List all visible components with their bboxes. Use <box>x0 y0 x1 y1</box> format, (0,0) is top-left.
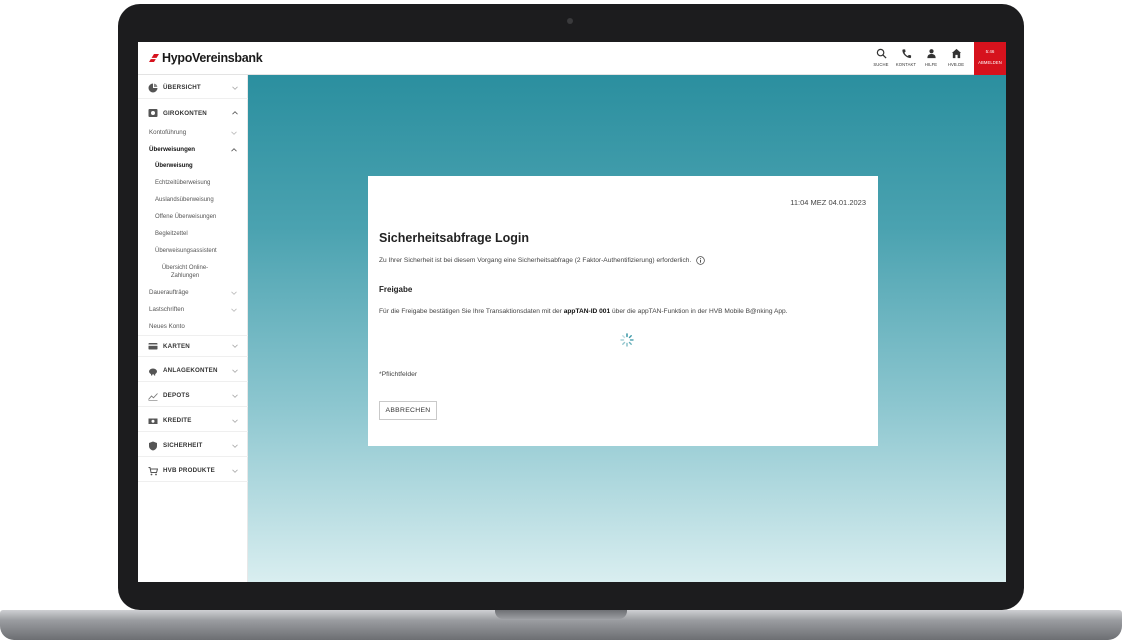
sidebar-item-kredite[interactable]: KREDITE <box>138 410 248 432</box>
sidebar-item-online-zahlungen-line2: Zahlungen <box>170 272 200 279</box>
logout-label: ABMELDEN <box>978 60 1002 65</box>
sidebar-item-auslandsueberweisung[interactable]: Auslandsüberweisung <box>155 197 214 205</box>
person-icon <box>926 49 936 59</box>
nav-contact-label: KONTAKT <box>895 62 917 67</box>
chevron-down-icon <box>232 444 238 448</box>
nav-contact[interactable]: KONTAKT <box>894 46 918 67</box>
shield-icon <box>149 441 157 450</box>
cart-icon <box>148 466 158 475</box>
chevron-down-icon <box>232 394 238 398</box>
sidebar: ÜBERSICHT GIROKONTEN Kontoführung Überwe… <box>138 75 248 582</box>
sidebar-item-depots[interactable]: DEPOTS <box>138 385 248 407</box>
chevron-down-icon <box>232 86 238 90</box>
sidebar-item-sicherheit-label: SICHERHEIT <box>163 442 203 449</box>
sidebar-item-hvb-produkte-label: HVB PRODUKTE <box>163 467 215 474</box>
chevron-down-icon <box>232 419 238 423</box>
sidebar-item-anlagekonten[interactable]: ANLAGEKONTEN <box>138 360 248 382</box>
sidebar-item-neues-konto[interactable]: Neues Konto <box>149 323 185 330</box>
main-content: 11:04 MEZ 04.01.2023 Sicherheitsabfrage … <box>248 75 1006 582</box>
chevron-down-icon <box>231 291 237 295</box>
required-fields-note: *Pflichtfelder <box>379 371 418 378</box>
sidebar-item-ueberweisung[interactable]: Überweisung <box>155 163 193 171</box>
sidebar-item-echtzeitueberweisung[interactable]: Echtzeitüberweisung <box>155 180 210 188</box>
sidebar-item-karten-label: KARTEN <box>163 342 190 350</box>
sidebar-item-anlagekonten-label: ANLAGEKONTEN <box>163 367 218 374</box>
section-title-freigabe: Freigabe <box>379 285 413 294</box>
apptan-id: appTAN-ID 001 <box>563 308 611 315</box>
instruction-pre: Für die Freigabe bestätigen Sie Ihre Tra… <box>379 308 564 315</box>
sidebar-item-ueberweisungen[interactable]: Überweisungen <box>149 146 195 153</box>
screen: HypoVereinsbank SUCHE KONTAKT HILFE HVB.… <box>138 42 1006 582</box>
logout-button[interactable]: 5:46 ABMELDEN <box>974 42 1006 75</box>
chevron-down-icon <box>232 469 238 473</box>
session-timer: 5:46 <box>985 49 995 54</box>
info-icon[interactable] <box>696 256 705 265</box>
top-header: HypoVereinsbank SUCHE KONTAKT HILFE HVB.… <box>138 42 1006 75</box>
chevron-up-icon <box>232 111 238 115</box>
brand-name: HypoVereinsbank <box>162 51 263 65</box>
nav-help[interactable]: HILFE <box>919 46 943 67</box>
sidebar-item-depots-label: DEPOTS <box>163 392 190 399</box>
sidebar-item-sicherheit[interactable]: SICHERHEIT <box>138 435 248 457</box>
chevron-up-icon <box>231 148 237 152</box>
account-icon <box>148 109 158 117</box>
chevron-down-icon <box>232 369 238 373</box>
chevron-down-icon <box>231 131 237 135</box>
trend-chart-icon <box>148 392 158 401</box>
nav-search-label: SUCHE <box>873 62 889 67</box>
nav-search[interactable]: SUCHE <box>869 46 893 67</box>
security-dialog: 11:04 MEZ 04.01.2023 Sicherheitsabfrage … <box>368 176 878 446</box>
sidebar-item-karten[interactable]: KARTEN <box>138 335 248 357</box>
camera-dot <box>567 18 573 24</box>
dialog-intro-text: Zu Ihrer Sicherheit ist bei diesem Vorga… <box>379 257 692 264</box>
pie-chart-icon <box>148 83 158 92</box>
instruction-post: über die appTAN-Funktion in der HVB Mobi… <box>610 308 788 315</box>
sidebar-item-lastschriften[interactable]: Lastschriften <box>149 306 184 313</box>
nav-hvb-de[interactable]: HVB.DE <box>944 46 968 67</box>
sidebar-item-overview[interactable]: ÜBERSICHT <box>138 77 248 99</box>
sidebar-item-girokonten-label: GIROKONTEN <box>163 109 207 117</box>
sidebar-item-offene-ueberweisungen[interactable]: Offene Überweisungen <box>155 214 216 222</box>
sidebar-item-online-zahlungen-line1: Übersicht Online- <box>161 265 209 271</box>
sidebar-item-overview-label: ÜBERSICHT <box>163 84 201 91</box>
sidebar-item-begleitzettel[interactable]: Begleitzettel <box>155 231 188 239</box>
chevron-down-icon <box>231 308 237 312</box>
sidebar-item-hvb-produkte[interactable]: HVB PRODUKTE <box>138 460 248 482</box>
nav-hvb-de-label: HVB.DE <box>947 62 965 67</box>
sidebar-item-ueberweisungsassistent[interactable]: Überweisungsassistent <box>155 248 217 256</box>
loading-spinner-icon <box>620 333 634 347</box>
search-icon <box>876 48 887 59</box>
laptop-notch <box>495 610 627 619</box>
sidebar-item-girokonten[interactable]: GIROKONTEN <box>138 102 248 124</box>
phone-icon <box>901 49 911 59</box>
brand-logo[interactable]: HypoVereinsbank <box>148 51 263 65</box>
banknote-icon <box>148 418 158 424</box>
chevron-down-icon <box>232 344 238 348</box>
hvb-logo-icon <box>149 54 159 62</box>
approval-instruction: Für die Freigabe bestätigen Sie Ihre Tra… <box>379 307 879 316</box>
top-nav: SUCHE KONTAKT HILFE HVB.DE <box>868 46 968 67</box>
sidebar-item-kredite-label: KREDITE <box>163 417 192 424</box>
dialog-intro: Zu Ihrer Sicherheit ist bei diesem Vorga… <box>379 256 705 265</box>
sidebar-item-online-zahlungen[interactable]: Übersicht Online- Zahlungen <box>155 265 215 280</box>
dialog-timestamp: 11:04 MEZ 04.01.2023 <box>790 198 866 207</box>
home-icon <box>951 48 961 59</box>
sidebar-item-dauerauftraege[interactable]: Daueraufträge <box>149 289 189 296</box>
card-icon <box>148 343 158 350</box>
sidebar-item-kontofuehrung[interactable]: Kontoführung <box>149 129 186 136</box>
piggy-bank-icon <box>149 368 157 375</box>
dialog-title: Sicherheitsabfrage Login <box>379 231 530 245</box>
nav-help-label: HILFE <box>924 62 938 67</box>
cancel-button[interactable]: ABBRECHEN <box>379 401 437 420</box>
